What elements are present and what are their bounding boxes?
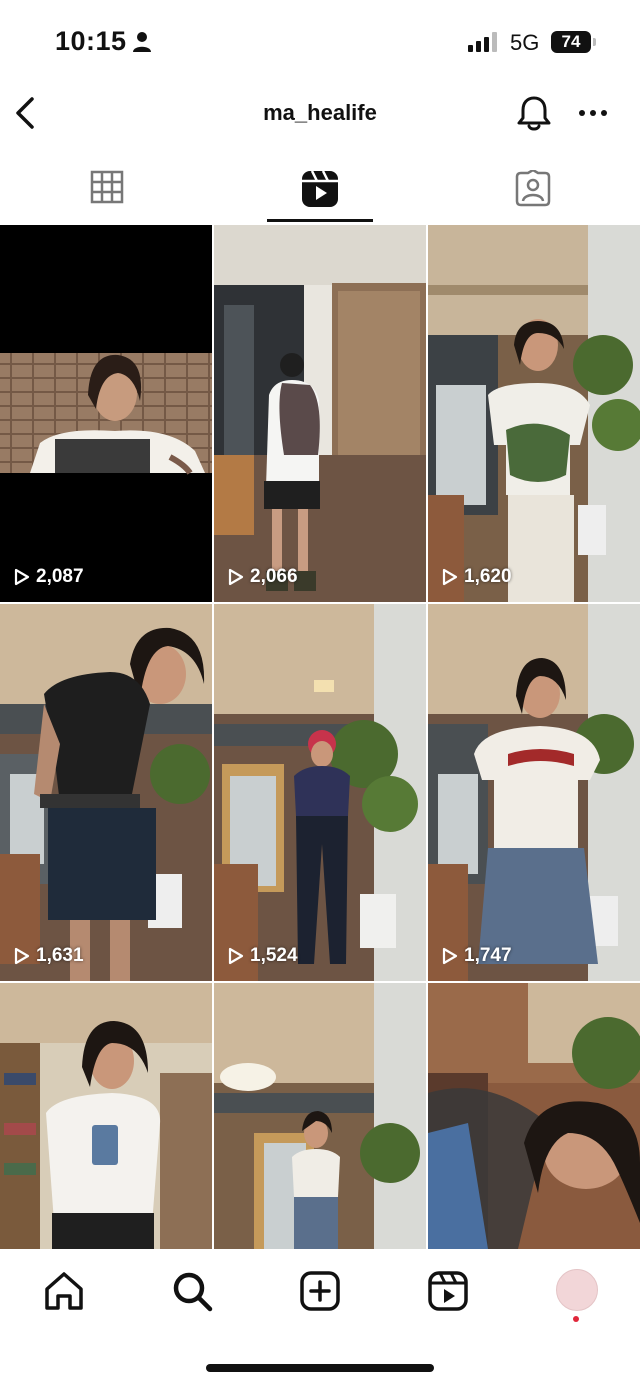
- grid-icon: [90, 170, 123, 204]
- status-time: 10:15: [55, 26, 127, 56]
- tab-reels[interactable]: [213, 158, 426, 224]
- reels-nav-icon[interactable]: [426, 1269, 470, 1313]
- play-icon: [442, 947, 458, 965]
- reel-thumbnail[interactable]: 1,620: [428, 225, 640, 602]
- tab-grid[interactable]: [0, 158, 213, 224]
- reel-thumbnail[interactable]: 2,087: [0, 225, 212, 602]
- reel-image: [428, 225, 640, 602]
- reel-thumbnail[interactable]: 2,066: [214, 225, 426, 602]
- reels-grid: 2,087 2,066 1,620 1,631 1,524 1,747: [0, 225, 640, 1249]
- play-icon: [14, 568, 30, 586]
- reels-icon: [301, 170, 338, 207]
- bell-icon[interactable]: [516, 94, 552, 132]
- search-icon[interactable]: [170, 1269, 214, 1313]
- status-bar: 10:15 5G 74: [0, 0, 640, 80]
- view-count: 2,066: [228, 566, 298, 588]
- bottom-nav: [0, 1249, 640, 1385]
- reel-image: [428, 983, 640, 1249]
- reel-thumbnail[interactable]: 1,747: [428, 604, 640, 981]
- person-icon: [133, 32, 151, 52]
- network-label: 5G: [510, 30, 540, 55]
- view-count: 1,631: [14, 945, 84, 967]
- signal-icon: [468, 32, 497, 52]
- profile-tabs: [0, 158, 640, 224]
- view-count: 2,087: [14, 566, 84, 588]
- battery-level: 74: [551, 31, 591, 53]
- play-icon: [228, 568, 244, 586]
- home-icon[interactable]: [42, 1269, 86, 1313]
- reel-image: [214, 983, 426, 1249]
- notification-dot: [573, 1316, 579, 1322]
- battery-icon: 74: [551, 31, 597, 53]
- reel-image: [0, 353, 212, 475]
- reel-image: [428, 604, 640, 981]
- profile-header: ma_healife: [0, 80, 640, 146]
- create-icon[interactable]: [298, 1269, 342, 1313]
- play-icon: [442, 568, 458, 586]
- tab-tagged[interactable]: [426, 158, 639, 224]
- view-count: 1,747: [442, 945, 512, 967]
- reel-thumbnail[interactable]: 1,631: [0, 604, 212, 981]
- reel-thumbnail[interactable]: 1,524: [214, 604, 426, 981]
- reel-image: [214, 604, 426, 981]
- reel-thumbnail[interactable]: [214, 983, 426, 1249]
- view-count: 1,524: [228, 945, 298, 967]
- tagged-icon: [515, 170, 550, 207]
- reel-image: [0, 983, 212, 1249]
- more-options-icon[interactable]: [578, 108, 608, 118]
- reel-thumbnail[interactable]: [0, 983, 212, 1249]
- view-count: 1,620: [442, 566, 512, 588]
- profile-avatar[interactable]: [556, 1269, 598, 1311]
- reel-image: [214, 225, 426, 602]
- active-tab-indicator: [267, 219, 373, 222]
- play-icon: [14, 947, 30, 965]
- reel-thumbnail[interactable]: [428, 983, 640, 1249]
- play-icon: [228, 947, 244, 965]
- reel-image: [0, 604, 212, 981]
- home-indicator: [206, 1364, 434, 1372]
